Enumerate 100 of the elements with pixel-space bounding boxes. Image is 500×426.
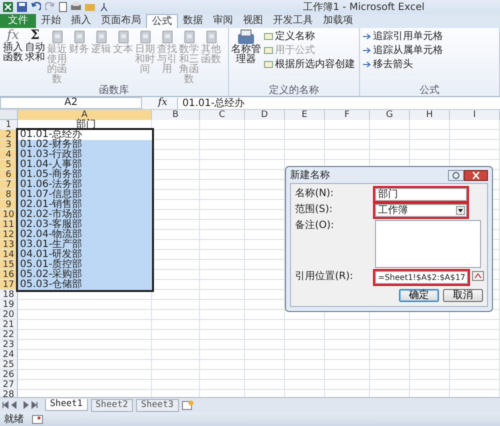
column-header[interactable]: H bbox=[410, 110, 450, 120]
table-cell: 02.03-客服部 bbox=[18, 220, 152, 230]
column-header[interactable]: C bbox=[200, 110, 245, 120]
excel-logo-icon[interactable] bbox=[3, 2, 13, 12]
help-button[interactable] bbox=[448, 170, 464, 180]
sheet-tab[interactable]: Sheet1 bbox=[45, 399, 88, 411]
dialog-title: 新建名称 bbox=[290, 168, 330, 182]
print-icon[interactable] bbox=[71, 2, 81, 12]
ribbon-button[interactable]: 追踪从属单元格 bbox=[362, 45, 443, 56]
table-cell: 01.03-行政部 bbox=[18, 150, 152, 160]
row-header[interactable]: 22 bbox=[0, 330, 18, 340]
row-header[interactable]: 18 bbox=[0, 290, 18, 300]
row-header[interactable]: 24 bbox=[0, 350, 18, 360]
ribbon-tab[interactable]: 数据 bbox=[178, 14, 208, 28]
book-icon bbox=[162, 30, 172, 44]
group-label: 公式 bbox=[418, 86, 440, 96]
row-header[interactable]: 26 bbox=[0, 370, 18, 380]
column-header[interactable]: D bbox=[245, 110, 285, 120]
column-header[interactable]: B bbox=[152, 110, 200, 120]
table-cell: 02.04-物流部 bbox=[18, 230, 152, 240]
table-cell: 01.07-信息部 bbox=[18, 190, 152, 200]
field-label: 范围(S): bbox=[295, 204, 334, 216]
table-cell: 01.06-法务部 bbox=[18, 180, 152, 190]
name-box[interactable]: A2 bbox=[0, 97, 142, 109]
book-icon bbox=[206, 30, 216, 44]
reference-field[interactable]: =Sheet1!$A$2:$A$17 bbox=[375, 271, 468, 284]
undo-icon[interactable] bbox=[31, 2, 41, 12]
ribbon-tab[interactable]: 插入 bbox=[66, 14, 96, 28]
collapse-dialog-icon[interactable] bbox=[472, 271, 484, 281]
table-cell: 05.03-仓储部 bbox=[18, 280, 152, 290]
ribbon-button[interactable]: 追踪引用单元格 bbox=[362, 31, 443, 42]
table-cell: 04.01-研发部 bbox=[18, 250, 152, 260]
ribbon-button[interactable]: fx 插入函数 bbox=[2, 29, 24, 86]
group-label: 函数库 bbox=[98, 86, 130, 96]
scope-dropdown[interactable]: 工作簿 bbox=[375, 204, 467, 217]
table-cell: 05.02-采购部 bbox=[18, 270, 152, 280]
ribbon-tab[interactable]: 视图 bbox=[238, 14, 268, 28]
dialog-button[interactable]: 取消 bbox=[443, 289, 483, 302]
row-header[interactable]: 28 bbox=[0, 390, 18, 397]
field-label: 备注(O): bbox=[295, 220, 336, 232]
arrow-icon bbox=[362, 60, 371, 69]
row-header[interactable]: 19 bbox=[0, 300, 18, 310]
ribbon-button[interactable]: 移去箭头 bbox=[362, 59, 443, 70]
ribbon-tab[interactable]: 开发工具 bbox=[268, 14, 318, 28]
ribbon-tab[interactable]: 加载项 bbox=[318, 14, 358, 28]
book-icon bbox=[184, 30, 194, 44]
save-icon[interactable] bbox=[17, 2, 27, 12]
insert-function-button[interactable]: fx bbox=[142, 98, 178, 108]
ribbon-tab[interactable]: 开始 bbox=[36, 14, 66, 28]
dialog-button[interactable]: 确定 bbox=[399, 289, 439, 302]
table-cell: 01.05-商务部 bbox=[18, 170, 152, 180]
ribbon-tab[interactable]: 审阅 bbox=[208, 14, 238, 28]
column-header[interactable]: A bbox=[18, 110, 152, 120]
ribbon-button[interactable]: 根据所选内容创建 bbox=[264, 59, 355, 70]
ribbon-tab[interactable]: 页面布局 bbox=[96, 14, 146, 28]
dropdown-arrow-icon[interactable] bbox=[456, 206, 465, 215]
row-header[interactable]: 25 bbox=[0, 360, 18, 370]
column-header[interactable]: I bbox=[450, 110, 500, 120]
book-icon bbox=[140, 30, 150, 44]
insert-sheet-icon[interactable] bbox=[182, 400, 194, 410]
field-label: 引用位置(R): bbox=[295, 271, 354, 283]
ribbon-button[interactable]: Σ 自动求和 bbox=[24, 29, 46, 86]
table-cell: 02.01-销售部 bbox=[18, 200, 152, 210]
macro-record-icon[interactable] bbox=[32, 414, 43, 424]
ribbon-tab[interactable]: 公式 bbox=[146, 14, 178, 28]
name-field[interactable]: 部门 bbox=[375, 188, 467, 201]
row-header[interactable]: 20 bbox=[0, 310, 18, 320]
table-cell: 05.01-质控部 bbox=[18, 260, 152, 270]
name-manager-button[interactable]: 名称管理器 bbox=[231, 29, 261, 86]
field-label: 名称(N): bbox=[295, 188, 335, 200]
book-icon bbox=[118, 30, 128, 44]
window-title: 工作簿1 - Microsoft Excel bbox=[303, 1, 425, 14]
column-header[interactable]: E bbox=[285, 110, 325, 120]
table-cell: 01.02-财务部 bbox=[18, 140, 152, 150]
row-header[interactable]: 21 bbox=[0, 320, 18, 330]
tree-icon[interactable] bbox=[99, 2, 109, 12]
ribbon-button[interactable]: 定义名称 bbox=[264, 31, 355, 42]
formula-field[interactable]: 01.01-总经办 bbox=[177, 98, 500, 108]
ribbon-tab[interactable]: 文件 bbox=[0, 14, 36, 28]
table-cell: 02.02-市场部 bbox=[18, 210, 152, 220]
arrow-icon bbox=[362, 46, 371, 55]
table-cell-text: 部门 bbox=[75, 120, 97, 130]
group-label: 定义的名称 bbox=[268, 86, 320, 96]
row-header[interactable]: 1 bbox=[0, 120, 18, 130]
book-icon bbox=[74, 30, 84, 44]
table-cell: 01.04-人事部 bbox=[18, 160, 152, 170]
close-button[interactable] bbox=[464, 170, 488, 180]
table-cell: 03.01-生产部 bbox=[18, 240, 152, 250]
row-header[interactable]: 23 bbox=[0, 340, 18, 350]
comment-field[interactable] bbox=[375, 220, 481, 268]
new-document-icon[interactable] bbox=[59, 2, 67, 12]
status-text: 就绪 bbox=[4, 412, 24, 426]
column-header[interactable]: G bbox=[370, 110, 410, 120]
book-icon bbox=[96, 30, 106, 44]
row-header[interactable]: 27 bbox=[0, 380, 18, 390]
sheet-tab[interactable]: Sheet2 bbox=[90, 398, 134, 412]
column-header[interactable]: F bbox=[325, 110, 370, 120]
sheet-tab[interactable]: Sheet3 bbox=[136, 398, 179, 412]
arrow-icon bbox=[362, 32, 371, 41]
book-icon bbox=[52, 30, 62, 44]
